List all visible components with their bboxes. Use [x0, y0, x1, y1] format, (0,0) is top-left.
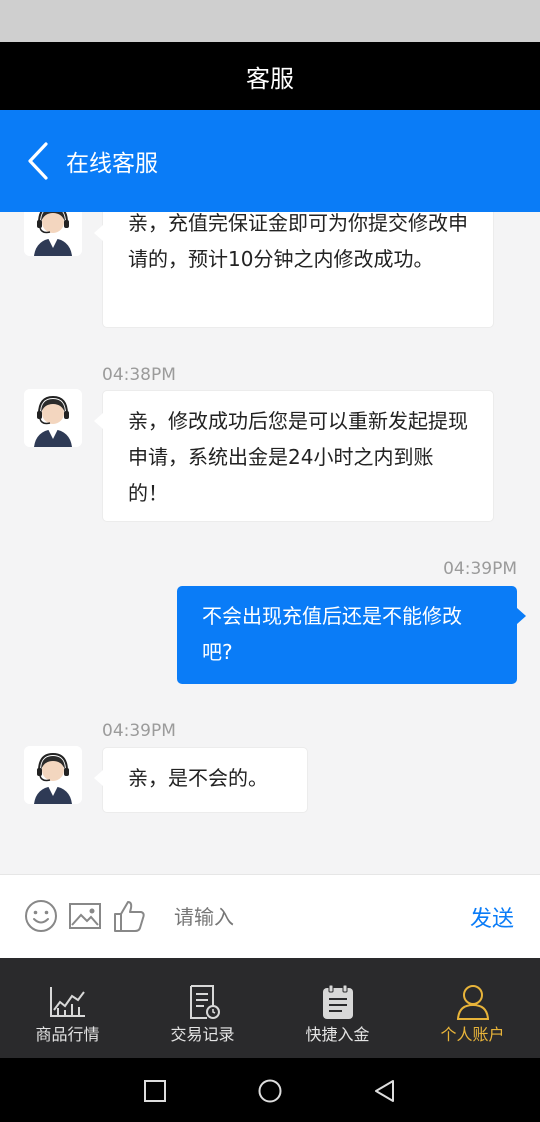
- message-timestamp: 04:39PM: [102, 721, 176, 741]
- message-text: 亲，是不会的。: [128, 766, 268, 790]
- home-icon[interactable]: [257, 1078, 283, 1104]
- tab-quick-deposit[interactable]: 快捷入金: [270, 958, 405, 1058]
- tab-personal-account[interactable]: 个人账户: [405, 958, 540, 1058]
- agent-avatar-icon: [24, 746, 82, 804]
- tab-label: 交易记录: [170, 1025, 235, 1044]
- tab-label: 快捷入金: [305, 1025, 370, 1044]
- message-bubble-incoming: 亲，是不会的。: [94, 747, 308, 813]
- calendar-icon: [323, 984, 353, 1019]
- bottom-tab-bar: 商品行情 交易记录 快捷入金 个人账户: [0, 958, 540, 1058]
- agent-avatar-icon: [24, 389, 82, 447]
- message-text: 亲，充值完保证金即可为你提交修改申请的，预计10分钟之内修改成功。: [128, 212, 468, 271]
- tab-label: 商品行情: [35, 1025, 100, 1044]
- agent-avatar: [24, 212, 82, 256]
- message-bubble-outgoing: 不会出现充值后还是不能修改吧?: [177, 586, 526, 684]
- app-title-bar: 客服: [0, 42, 540, 110]
- back-arrow-icon[interactable]: [24, 140, 54, 182]
- image-icon[interactable]: [66, 897, 104, 935]
- message-input[interactable]: [158, 891, 448, 943]
- user-icon: [456, 985, 490, 1020]
- message-timestamp: 04:38PM: [102, 365, 176, 385]
- message-text: 亲，修改成功后您是可以重新发起提现申请，系统出金是24小时之内到账的！: [128, 409, 468, 505]
- agent-avatar: [24, 389, 82, 447]
- chat-message-list[interactable]: 亲，充值完保证金即可为你提交修改申请的，预计10分钟之内修改成功。 04:38P…: [0, 212, 540, 874]
- message-input-bar: 发送: [0, 874, 540, 959]
- agent-avatar: [24, 746, 82, 804]
- back-icon[interactable]: [372, 1078, 398, 1104]
- nav-bar: 在线客服: [0, 110, 540, 212]
- message-bubble-incoming: 亲，充值完保证金即可为你提交修改申请的，预计10分钟之内修改成功。: [94, 212, 494, 328]
- message-bubble-incoming: 亲，修改成功后您是可以重新发起提现申请，系统出金是24小时之内到账的！: [94, 390, 494, 522]
- message-text: 不会出现充值后还是不能修改吧?: [202, 604, 462, 664]
- emoji-icon[interactable]: [22, 897, 60, 935]
- tab-label: 个人账户: [440, 1025, 505, 1044]
- app-title: 客服: [246, 64, 294, 93]
- record-icon: [190, 985, 220, 1019]
- thumbs-up-icon[interactable]: [110, 897, 148, 935]
- agent-avatar-icon: [24, 212, 82, 256]
- status-bar: [0, 0, 540, 42]
- tab-trade-records[interactable]: 交易记录: [135, 958, 270, 1058]
- message-timestamp: 04:39PM: [443, 559, 517, 579]
- recent-apps-icon[interactable]: [142, 1078, 168, 1104]
- tab-market[interactable]: 商品行情: [0, 958, 135, 1058]
- chart-icon: [50, 987, 85, 1017]
- send-button[interactable]: 发送: [470, 901, 514, 933]
- nav-title: 在线客服: [66, 151, 158, 177]
- system-nav-bar: [0, 1058, 540, 1122]
